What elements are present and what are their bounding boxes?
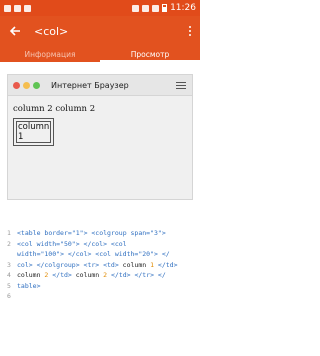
browser-toolbar: Интернет Браузер (8, 75, 192, 96)
battery-icon (162, 4, 168, 12)
line-number: 1 (7, 229, 11, 237)
line-number: 2 (7, 239, 11, 248)
line-number: 3 (7, 260, 11, 269)
code-text: col> </colgroup> <tr> <td> column 1 </td… (17, 260, 178, 269)
code-line: 2 <col width="50"> </col> <col (7, 239, 193, 250)
code-text: table> (17, 281, 41, 290)
rendered-table: column 1 (13, 118, 55, 146)
status-bar: 11:26 (0, 0, 200, 16)
more-vert-icon (189, 26, 191, 36)
minimize-dot-icon (23, 81, 30, 89)
rendered-text: column 2 column 2 (13, 104, 96, 114)
signal-icon (152, 4, 160, 12)
line-number (7, 249, 17, 260)
line-number: 5 (7, 281, 11, 290)
notification-icon (24, 4, 31, 12)
code-line: 1 <table border="1"> <colgroup span="3"> (7, 228, 193, 239)
code-line: 4 column 2 </td> column 2 </td> </tr> </ (7, 270, 193, 281)
tab-info[interactable]: Информация (0, 46, 100, 62)
arrow-left-icon (9, 26, 20, 36)
wifi-icon (142, 4, 150, 12)
overflow-menu-button[interactable] (180, 16, 200, 46)
page-title: <col> (34, 24, 69, 38)
back-button[interactable] (0, 16, 30, 46)
code-text: <col width="50"> </col> <col (17, 239, 127, 248)
tab-bar: Информация Просмотр (0, 46, 200, 62)
code-view: 1 <table border="1"> <colgroup span="3"> 2… (7, 228, 193, 302)
app-bar: <col> (0, 16, 200, 46)
line-number: 6 (7, 292, 11, 300)
close-dot-icon (13, 81, 20, 89)
browser-title: Интернет Браузер (51, 80, 129, 90)
maximize-dot-icon (33, 81, 40, 89)
code-text: <table border="1"> <colgroup span="3"> (17, 229, 166, 237)
status-time: 11:26 (170, 3, 196, 13)
browser-preview: Интернет Браузер column 2 column 2 colum… (7, 74, 193, 200)
hamburger-menu-icon[interactable] (176, 81, 186, 89)
tab-preview[interactable]: Просмотр (100, 46, 200, 62)
table-cell: column 1 (16, 121, 52, 143)
browser-content: column 2 column 2 column 1 (8, 96, 192, 154)
notification-icon (4, 4, 11, 12)
bluetooth-icon (132, 4, 140, 12)
code-line: 6 (7, 291, 193, 302)
code-line: width="100"> </col> <col width="20"> </ (7, 249, 193, 260)
notification-icon (14, 4, 21, 12)
line-number: 4 (7, 271, 11, 279)
code-line: 5 table> (7, 281, 193, 292)
code-line: 3 col> </colgroup> <tr> <td> column 1 </t… (7, 260, 193, 271)
code-text: width="100"> </col> <col width="20"> </ (17, 250, 170, 258)
code-text: column 2 </td> column 2 </td> </tr> </ (17, 271, 166, 279)
